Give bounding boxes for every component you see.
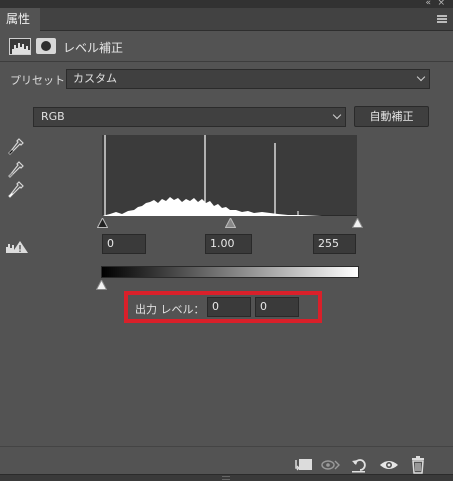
- resize-grip-icon: [222, 476, 230, 480]
- histogram: [102, 135, 357, 216]
- panel-tab-bar: 属性: [0, 8, 453, 31]
- view-previous-state-icon[interactable]: [320, 456, 342, 474]
- channel-value: RGB: [41, 110, 65, 123]
- output-black-field[interactable]: 0: [207, 297, 251, 317]
- output-white-field[interactable]: 0: [255, 297, 299, 317]
- input-black-field[interactable]: 0: [102, 234, 146, 254]
- visibility-eye-icon[interactable]: [378, 456, 400, 474]
- properties-header: レベル補正: [0, 32, 453, 62]
- histogram-graph: [102, 135, 322, 216]
- clipping-warning-icon[interactable]: [5, 240, 29, 254]
- clip-to-layer-icon[interactable]: [292, 456, 314, 474]
- white-point-eyedropper-icon[interactable]: [8, 181, 24, 199]
- levels-adjustment-icon[interactable]: [9, 38, 31, 55]
- preset-value: カスタム: [73, 72, 117, 85]
- input-gamma-slider-handle[interactable]: [225, 218, 236, 228]
- input-black-slider-handle[interactable]: [97, 218, 108, 228]
- auto-button[interactable]: 自動補正: [354, 106, 429, 127]
- panel-resize-bar[interactable]: [0, 474, 453, 481]
- black-point-eyedropper-icon[interactable]: [8, 138, 24, 156]
- adjustment-title: レベル補正: [63, 41, 124, 55]
- output-black-slider-handle[interactable]: [96, 280, 107, 290]
- trash-icon[interactable]: [407, 456, 429, 474]
- gray-point-eyedropper-icon[interactable]: [8, 161, 24, 179]
- output-levels-label: 出力 レベル：: [135, 303, 205, 316]
- layer-mask-icon[interactable]: [36, 38, 56, 54]
- input-white-field[interactable]: 255: [313, 234, 356, 254]
- input-gamma-field[interactable]: 1.00: [205, 234, 252, 254]
- output-gradient-bar: [101, 266, 359, 278]
- tab-properties[interactable]: 属性: [0, 8, 40, 31]
- input-white-slider-handle[interactable]: [352, 218, 363, 228]
- chevron-down-icon: [416, 72, 426, 82]
- chevron-down-icon: [332, 110, 342, 120]
- preset-select[interactable]: カスタム: [66, 69, 430, 89]
- reset-adjustment-icon[interactable]: [349, 456, 371, 474]
- channel-select[interactable]: RGB: [33, 107, 346, 127]
- panel-menu-icon[interactable]: [437, 15, 447, 23]
- panel-topbar: « ×: [0, 0, 453, 8]
